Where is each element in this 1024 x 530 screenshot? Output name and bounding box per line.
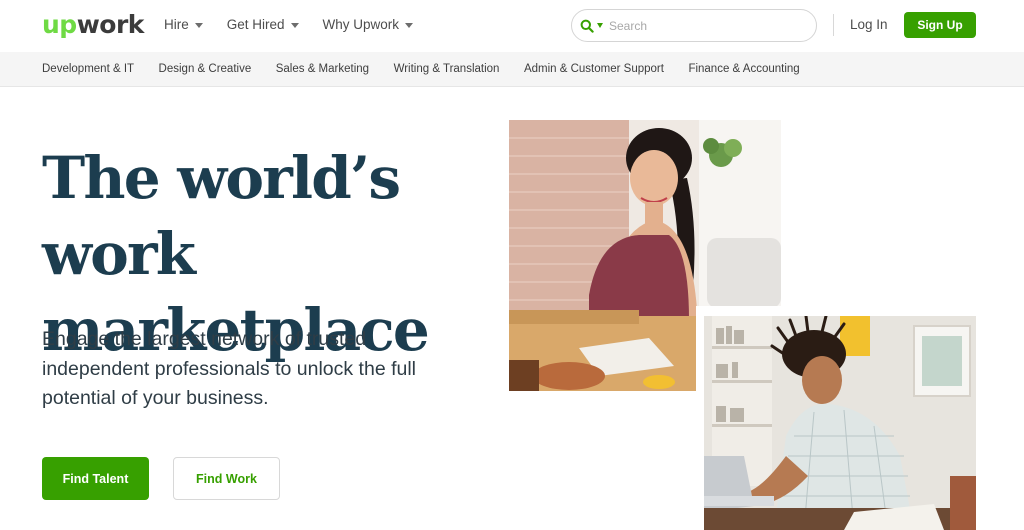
hero-photo-man xyxy=(704,316,976,530)
nav-why-upwork-label: Why Upwork xyxy=(322,17,400,32)
category-list: Development & IT Design & Creative Sales… xyxy=(42,63,824,75)
find-work-button[interactable]: Find Work xyxy=(173,457,280,500)
category-development-it[interactable]: Development & IT xyxy=(42,63,134,75)
nav-why-upwork[interactable]: Why Upwork xyxy=(323,17,414,32)
top-header: upwork Hire Get Hired Why Upwork Log In … xyxy=(0,0,1024,52)
upwork-logo[interactable]: upwork xyxy=(42,10,144,39)
category-admin-support[interactable]: Admin & Customer Support xyxy=(524,63,664,75)
category-bar: Development & IT Design & Creative Sales… xyxy=(0,52,1024,87)
search-type-chevron-icon[interactable] xyxy=(597,23,603,28)
hero-title-line1: The world’s work xyxy=(42,144,401,288)
category-finance-accounting[interactable]: Finance & Accounting xyxy=(688,63,799,75)
nav-get-hired[interactable]: Get Hired xyxy=(227,17,299,32)
nav-hire-label: Hire xyxy=(164,17,189,32)
find-talent-button[interactable]: Find Talent xyxy=(42,457,149,500)
main-nav: Hire Get Hired Why Upwork xyxy=(164,17,414,32)
login-link[interactable]: Log In xyxy=(850,17,888,32)
chevron-down-icon xyxy=(405,23,414,28)
chevron-down-icon xyxy=(194,23,203,28)
hero-subtitle: Engage the largest network of trusted in… xyxy=(42,328,417,409)
logo-work-text: work xyxy=(76,10,145,39)
search-icon[interactable] xyxy=(580,19,594,33)
chevron-down-icon xyxy=(290,23,299,28)
nav-hire[interactable]: Hire xyxy=(164,17,203,32)
signup-button[interactable]: Sign Up xyxy=(904,12,976,38)
header-divider xyxy=(833,14,834,36)
search-input[interactable] xyxy=(609,18,799,33)
category-sales-marketing[interactable]: Sales & Marketing xyxy=(276,63,369,75)
nav-get-hired-label: Get Hired xyxy=(226,17,285,32)
logo-up-text: up xyxy=(42,10,77,39)
category-writing-translation[interactable]: Writing & Translation xyxy=(394,63,500,75)
category-design-creative[interactable]: Design & Creative xyxy=(159,63,252,75)
search-bar[interactable] xyxy=(571,9,817,42)
